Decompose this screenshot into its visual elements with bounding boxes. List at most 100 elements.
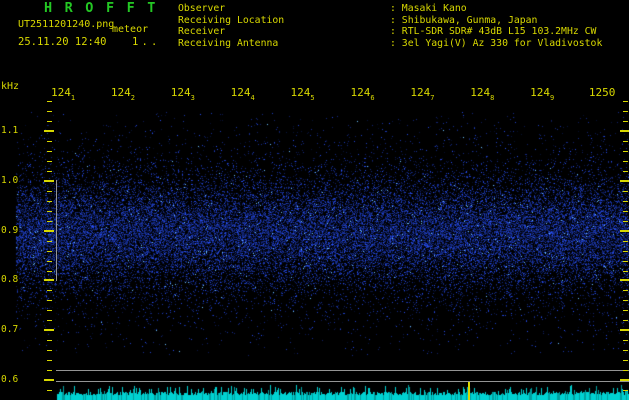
- y-axis-minor-tick: [623, 210, 628, 212]
- y-axis-label: 0.9: [1, 224, 20, 236]
- y-axis-minor-tick: [623, 190, 628, 192]
- y-axis-major-tick: [620, 329, 629, 332]
- y-axis-minor-tick: [623, 220, 628, 222]
- y-axis-major-tick: [44, 179, 54, 182]
- y-axis-minor-tick: [47, 151, 52, 152]
- y-axis-major-tick: [44, 379, 54, 381]
- spectrogram-noise-canvas: [0, 0, 629, 400]
- y-axis-major-tick: [620, 279, 629, 282]
- output-filename: UT2511201240.png: [18, 19, 115, 30]
- y-axis-minor-tick: [47, 160, 52, 162]
- metadata-row: Receiver: RTL-SDR SDR# 43dB L15 103.2MHz…: [178, 26, 602, 38]
- x-axis-label: 1244: [230, 86, 255, 102]
- y-axis-minor-tick: [47, 270, 52, 272]
- y-axis-minor-tick: [47, 290, 52, 292]
- y-axis-minor-tick: [623, 300, 628, 302]
- y-axis-minor-tick: [623, 170, 628, 172]
- y-axis-major-tick: [620, 130, 629, 132]
- x-axis-label: 1250: [588, 86, 616, 99]
- observation-datetime: 25.11.20 12:40: [18, 36, 107, 48]
- metadata-block: Observer: Masaki Kano Receiving Location:…: [178, 3, 602, 49]
- y-axis-label: 1.1: [1, 125, 20, 136]
- y-axis-minor-tick: [47, 141, 52, 143]
- y-axis-minor-tick: [47, 260, 52, 262]
- y-axis-unit-label: kHz: [1, 81, 20, 92]
- y-axis-minor-tick: [623, 160, 628, 162]
- metadata-label: Observer: [178, 3, 226, 14]
- metadata-row: Observer: Masaki Kano: [178, 3, 602, 15]
- y-axis-major-tick: [44, 329, 54, 332]
- y-axis-minor-tick: [47, 390, 52, 392]
- y-axis-minor-tick: [47, 200, 52, 202]
- metadata-separator: :: [390, 37, 402, 49]
- metadata-value: RTL-SDR SDR# 43dB L15 103.2MHz CW: [401, 26, 597, 38]
- y-axis-minor-tick: [47, 111, 52, 113]
- y-axis-minor-tick: [47, 320, 52, 322]
- y-axis-minor-tick: [47, 370, 52, 372]
- y-axis-minor-tick: [623, 141, 628, 143]
- y-axis-minor-tick: [623, 240, 628, 242]
- y-axis-minor-tick: [623, 370, 628, 372]
- y-axis-major-tick: [620, 229, 629, 232]
- station-name: meteor: [112, 24, 149, 35]
- y-axis-minor-tick: [47, 220, 52, 222]
- y-axis-label: 0.8: [1, 274, 20, 286]
- y-axis-major-tick: [44, 130, 54, 132]
- y-axis-minor-tick: [47, 250, 52, 252]
- y-axis-minor-tick: [47, 360, 52, 362]
- app-title: H R O F F T: [44, 0, 158, 16]
- metadata-separator: :: [390, 3, 402, 14]
- metadata-value: Shibukawa, Gunma, Japan: [401, 14, 538, 26]
- metadata-label: Receiver: [178, 26, 226, 38]
- metadata-row: Receiving Antenna: 3el Yagi(V) Az 330 fo…: [178, 38, 602, 50]
- y-axis-minor-tick: [47, 190, 52, 192]
- y-axis-minor-tick: [47, 101, 52, 103]
- x-axis-label: 1243: [170, 86, 195, 102]
- y-axis-label: 0.7: [1, 324, 20, 336]
- y-axis-minor-tick: [623, 350, 628, 352]
- y-axis-minor-tick: [623, 310, 628, 312]
- y-axis-minor-tick: [623, 121, 628, 123]
- x-axis-label: 1247: [410, 86, 435, 102]
- y-axis-minor-tick: [47, 350, 52, 352]
- x-axis-label: 1245: [290, 86, 315, 102]
- band-bracket-line: [56, 180, 57, 281]
- y-axis-label: 1.0: [1, 174, 20, 186]
- x-axis-label: 1241: [50, 86, 76, 102]
- y-axis-minor-tick: [623, 111, 628, 113]
- y-axis-minor-tick: [47, 240, 52, 242]
- metadata-value: 3el Yagi(V) Az 330 for Vladivostok: [401, 37, 603, 49]
- minute-count-indicator: 1..: [132, 36, 161, 48]
- y-axis-minor-tick: [47, 170, 52, 172]
- y-axis-minor-tick: [623, 151, 628, 152]
- y-axis-minor-tick: [47, 121, 52, 123]
- metadata-label: Receiving Location: [178, 14, 285, 26]
- y-axis-major-tick: [44, 279, 54, 282]
- y-axis-minor-tick: [47, 340, 52, 342]
- reference-line-upper: [56, 370, 629, 371]
- metadata-label: Receiving Antenna: [178, 37, 279, 49]
- y-axis-minor-tick: [623, 340, 628, 342]
- y-axis-minor-tick: [623, 250, 628, 252]
- y-axis-minor-tick: [47, 310, 52, 312]
- y-axis-major-tick: [620, 179, 629, 182]
- y-axis-minor-tick: [623, 390, 628, 392]
- event-marker: [468, 382, 470, 400]
- y-axis-minor-tick: [623, 360, 628, 362]
- y-axis-minor-tick: [623, 270, 628, 272]
- metadata-row: Receiving Location: Shibukawa, Gunma, Ja…: [178, 15, 602, 27]
- metadata-separator: :: [390, 14, 402, 26]
- y-axis-minor-tick: [47, 300, 52, 302]
- x-axis-label: 1249: [530, 86, 555, 102]
- x-axis-label: 1246: [350, 86, 375, 102]
- reference-line-lower: [56, 381, 629, 382]
- y-axis-minor-tick: [623, 290, 628, 292]
- y-axis-minor-tick: [623, 260, 628, 262]
- x-axis-label: 1248: [470, 86, 495, 102]
- y-axis-label: 0.6: [1, 374, 20, 385]
- hrofft-screen: H R O F F T UT2511201240.png meteor 25.1…: [0, 0, 629, 400]
- y-axis-minor-tick: [623, 320, 628, 322]
- y-axis-major-tick: [620, 379, 629, 381]
- metadata-value: Masaki Kano: [401, 3, 467, 14]
- y-axis-minor-tick: [623, 101, 628, 103]
